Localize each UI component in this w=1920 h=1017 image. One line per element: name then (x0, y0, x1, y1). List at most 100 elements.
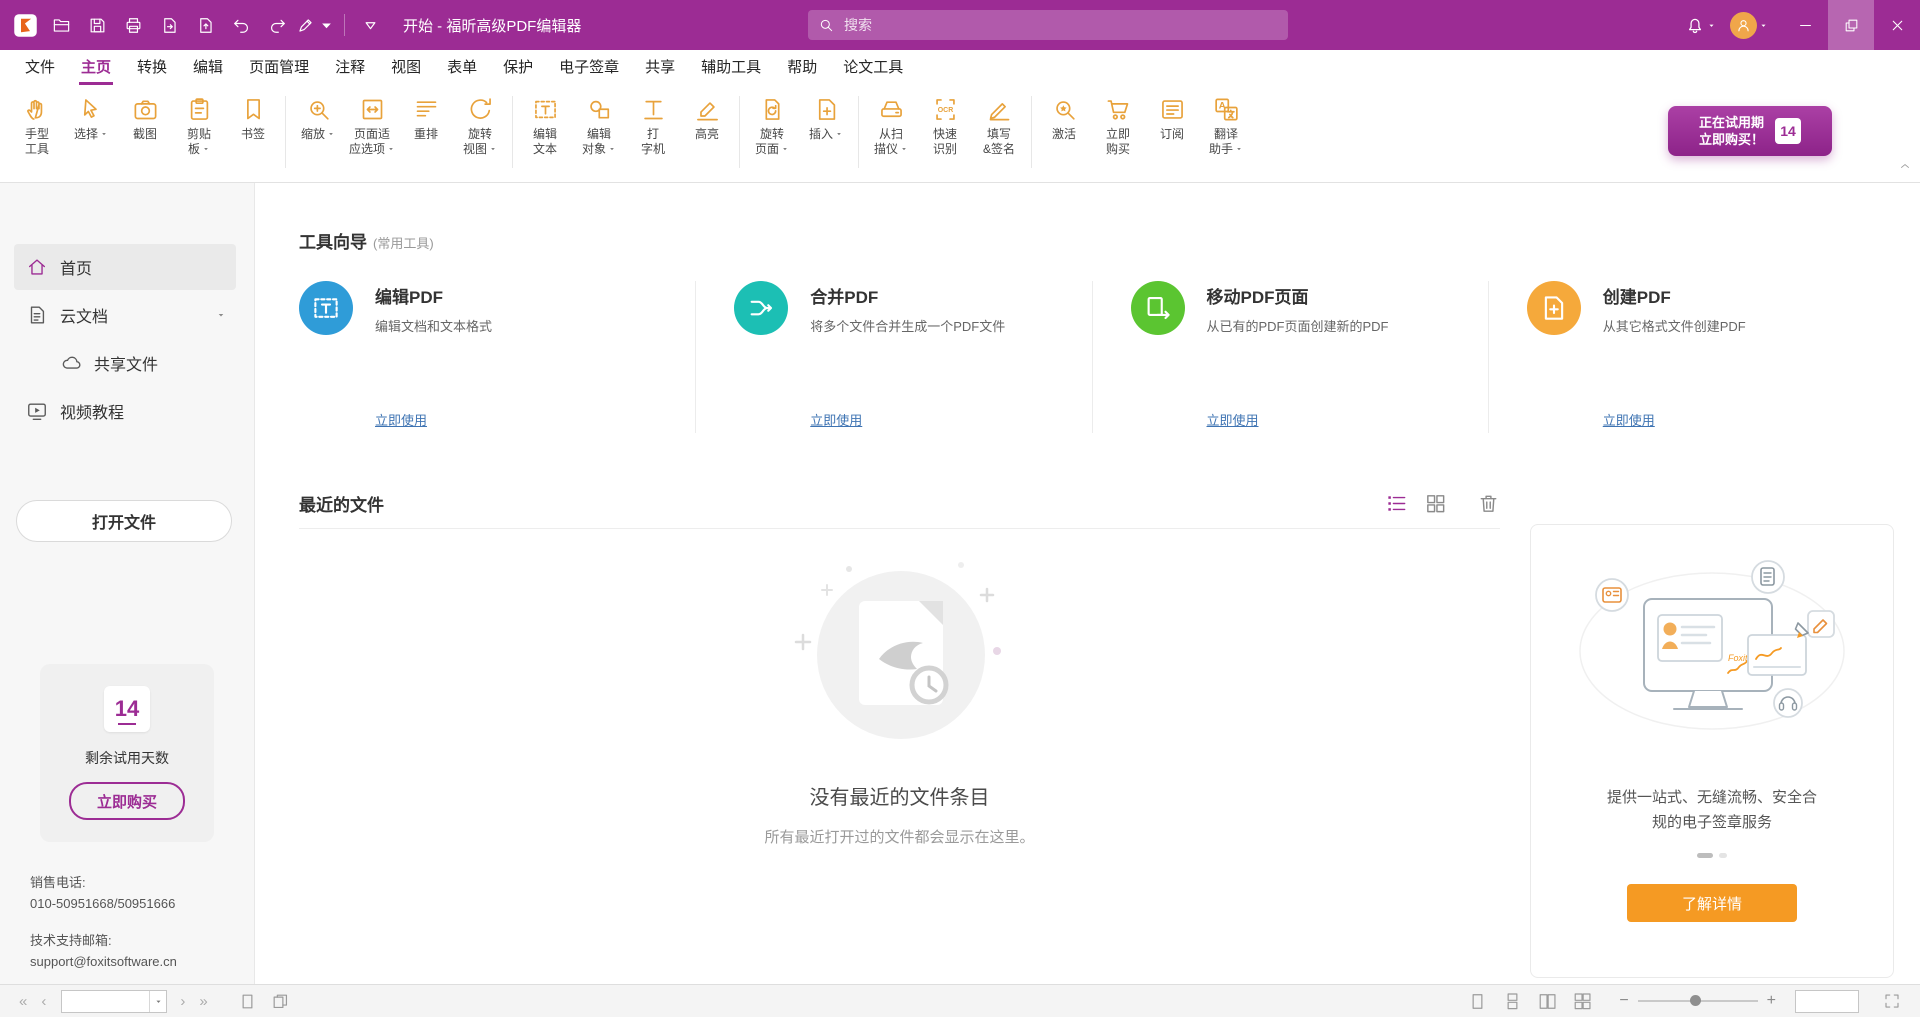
chevron-up-icon (1898, 159, 1912, 173)
toolbar-select-button[interactable]: 选择 (64, 94, 118, 144)
search-input[interactable] (842, 16, 1278, 34)
toolbar-group: 手型工具选择截图剪贴板书签 (10, 94, 280, 159)
toolbar-insert-page-button[interactable]: 插入 (799, 94, 853, 144)
menu-item-辅助工具[interactable]: 辅助工具 (688, 50, 774, 86)
open-folder-button[interactable] (44, 8, 78, 42)
toolbar-bookmark-button[interactable]: 书签 (226, 94, 280, 144)
toolbar-rotate-page-button[interactable]: 旋转页面 (745, 94, 799, 159)
prev-page-button[interactable]: ‹ (41, 994, 46, 1009)
use-now-link[interactable]: 立即使用 (810, 410, 862, 429)
menu-item-文件[interactable]: 文件 (12, 50, 68, 86)
page-dropdown-button[interactable] (149, 991, 166, 1012)
toolbar-typewriter-button[interactable]: 打字机 (626, 94, 680, 159)
zoom-in-button[interactable]: + (1767, 993, 1776, 1009)
use-now-link[interactable]: 立即使用 (1603, 410, 1655, 429)
list-view-button[interactable] (1385, 492, 1408, 515)
toolbar-button-label: 重排 (414, 127, 438, 142)
toolbar-translate-button[interactable]: A翻译助手 (1199, 94, 1253, 159)
toolbar-ocr-button[interactable]: OCR快速识别 (918, 94, 972, 159)
fullscreen-button[interactable] (1883, 992, 1902, 1011)
menu-item-论文工具[interactable]: 论文工具 (830, 50, 916, 86)
zoom-slider-thumb[interactable] (1690, 995, 1701, 1006)
toolbar-fill-sign-button[interactable]: 填写&签名 (972, 94, 1026, 159)
notifications-button[interactable] (1685, 15, 1716, 35)
first-page-button[interactable]: « (19, 994, 27, 1009)
toolbar-edit-text-button[interactable]: 编辑文本 (518, 94, 572, 159)
carousel-dot-active[interactable] (1697, 853, 1713, 858)
clear-recent-button[interactable] (1477, 492, 1500, 515)
grid-view-button[interactable] (1424, 492, 1447, 515)
menu-item-转换[interactable]: 转换 (124, 50, 180, 86)
nav-panel-button[interactable] (353, 8, 387, 42)
menu-item-主页[interactable]: 主页 (68, 50, 124, 86)
export-pdf-button[interactable] (152, 8, 186, 42)
book-pages-button[interactable] (271, 992, 290, 1011)
zoom-slider[interactable] (1638, 1000, 1758, 1002)
save-button[interactable] (80, 8, 114, 42)
menu-item-保护[interactable]: 保护 (490, 50, 546, 86)
toolbar-edit-object-button[interactable]: 编辑对象 (572, 94, 626, 159)
close-button[interactable] (1874, 0, 1920, 50)
zoom-level-box[interactable] (1795, 990, 1859, 1013)
promo-line2: 规的电子签章服务 (1607, 810, 1817, 835)
toolbar-hand-button[interactable]: 手型工具 (10, 94, 64, 159)
use-now-link[interactable]: 立即使用 (375, 410, 427, 429)
support-email[interactable]: support@foxitsoftware.cn (30, 951, 177, 972)
print-button[interactable] (116, 8, 150, 42)
toolbar-reflow-button[interactable]: 重排 (399, 94, 453, 144)
toolbar-button-label: 打字机 (641, 127, 665, 157)
minimize-button[interactable] (1782, 0, 1828, 50)
toolbar-highlight-button[interactable]: 高亮 (680, 94, 734, 144)
toolbar-subscribe-button[interactable]: 订阅 (1145, 94, 1199, 144)
redo-button[interactable] (260, 8, 294, 42)
toolbar-clipboard-button[interactable]: 剪贴板 (172, 94, 226, 159)
restore-button[interactable] (1828, 0, 1874, 50)
sidebar-item-共享文件[interactable]: 共享文件 (14, 340, 236, 386)
single-page-button[interactable] (238, 992, 257, 1011)
toolbar-scanner-button[interactable]: 从扫描仪 (864, 94, 918, 159)
view-facing-button[interactable] (1538, 992, 1557, 1011)
menu-item-共享[interactable]: 共享 (632, 50, 688, 86)
buy-now-button[interactable]: 立即购买 (69, 782, 185, 820)
menu-item-电子签章[interactable]: 电子签章 (546, 50, 632, 86)
view-single-button[interactable] (1468, 992, 1487, 1011)
menu-item-帮助[interactable]: 帮助 (774, 50, 830, 86)
rotate-page-icon (759, 96, 786, 123)
last-page-button[interactable]: » (199, 994, 207, 1009)
empty-illustration (789, 553, 1011, 753)
view-continuous-button[interactable] (1503, 992, 1522, 1011)
account-button[interactable] (1730, 12, 1768, 39)
undo-button[interactable] (224, 8, 258, 42)
next-page-button[interactable]: › (180, 994, 185, 1009)
edit-text-icon (532, 96, 559, 123)
menu-item-页面管理[interactable]: 页面管理 (236, 50, 322, 86)
view-mode-buttons (1460, 992, 1600, 1011)
toolbar-snapshot-button[interactable]: 截图 (118, 94, 172, 144)
trial-badge[interactable]: 正在试用期 立即购买！ 14 (1668, 106, 1832, 156)
toolbar-rotate-view-button[interactable]: 旋转视图 (453, 94, 507, 159)
learn-more-button[interactable]: 了解详情 (1627, 884, 1797, 922)
tool-card-title: 移动PDF页面 (1207, 283, 1474, 308)
toolbar-activate-button[interactable]: 激活 (1037, 94, 1091, 144)
toolbar-fit-page-button[interactable]: 页面适应选项 (345, 94, 399, 159)
toolbar-group: 缩放页面适应选项重排旋转视图 (291, 94, 507, 159)
sidebar-item-视频教程[interactable]: 视频教程 (14, 388, 236, 434)
use-now-link[interactable]: 立即使用 (1207, 410, 1259, 429)
menu-item-表单[interactable]: 表单 (434, 50, 490, 86)
doc-arrow-button[interactable] (188, 8, 222, 42)
toolbar-zoom-button[interactable]: 缩放 (291, 94, 345, 144)
carousel-dot[interactable] (1719, 853, 1727, 858)
sidebar-item-云文档[interactable]: 云文档 (14, 292, 236, 338)
sign-tool-button[interactable] (296, 8, 336, 42)
sidebar-item-首页[interactable]: 首页 (14, 244, 236, 290)
menu-item-编辑[interactable]: 编辑 (180, 50, 236, 86)
search-bar[interactable] (808, 10, 1288, 40)
page-number-input[interactable] (62, 994, 149, 1008)
open-file-button[interactable]: 打开文件 (16, 500, 232, 542)
menu-item-视图[interactable]: 视图 (378, 50, 434, 86)
view-facing-continuous-button[interactable] (1573, 992, 1592, 1011)
menu-item-注释[interactable]: 注释 (322, 50, 378, 86)
toolbar-cart-button[interactable]: 立即购买 (1091, 94, 1145, 159)
zoom-out-button[interactable]: − (1619, 993, 1628, 1009)
collapse-ribbon-button[interactable] (1898, 159, 1912, 178)
